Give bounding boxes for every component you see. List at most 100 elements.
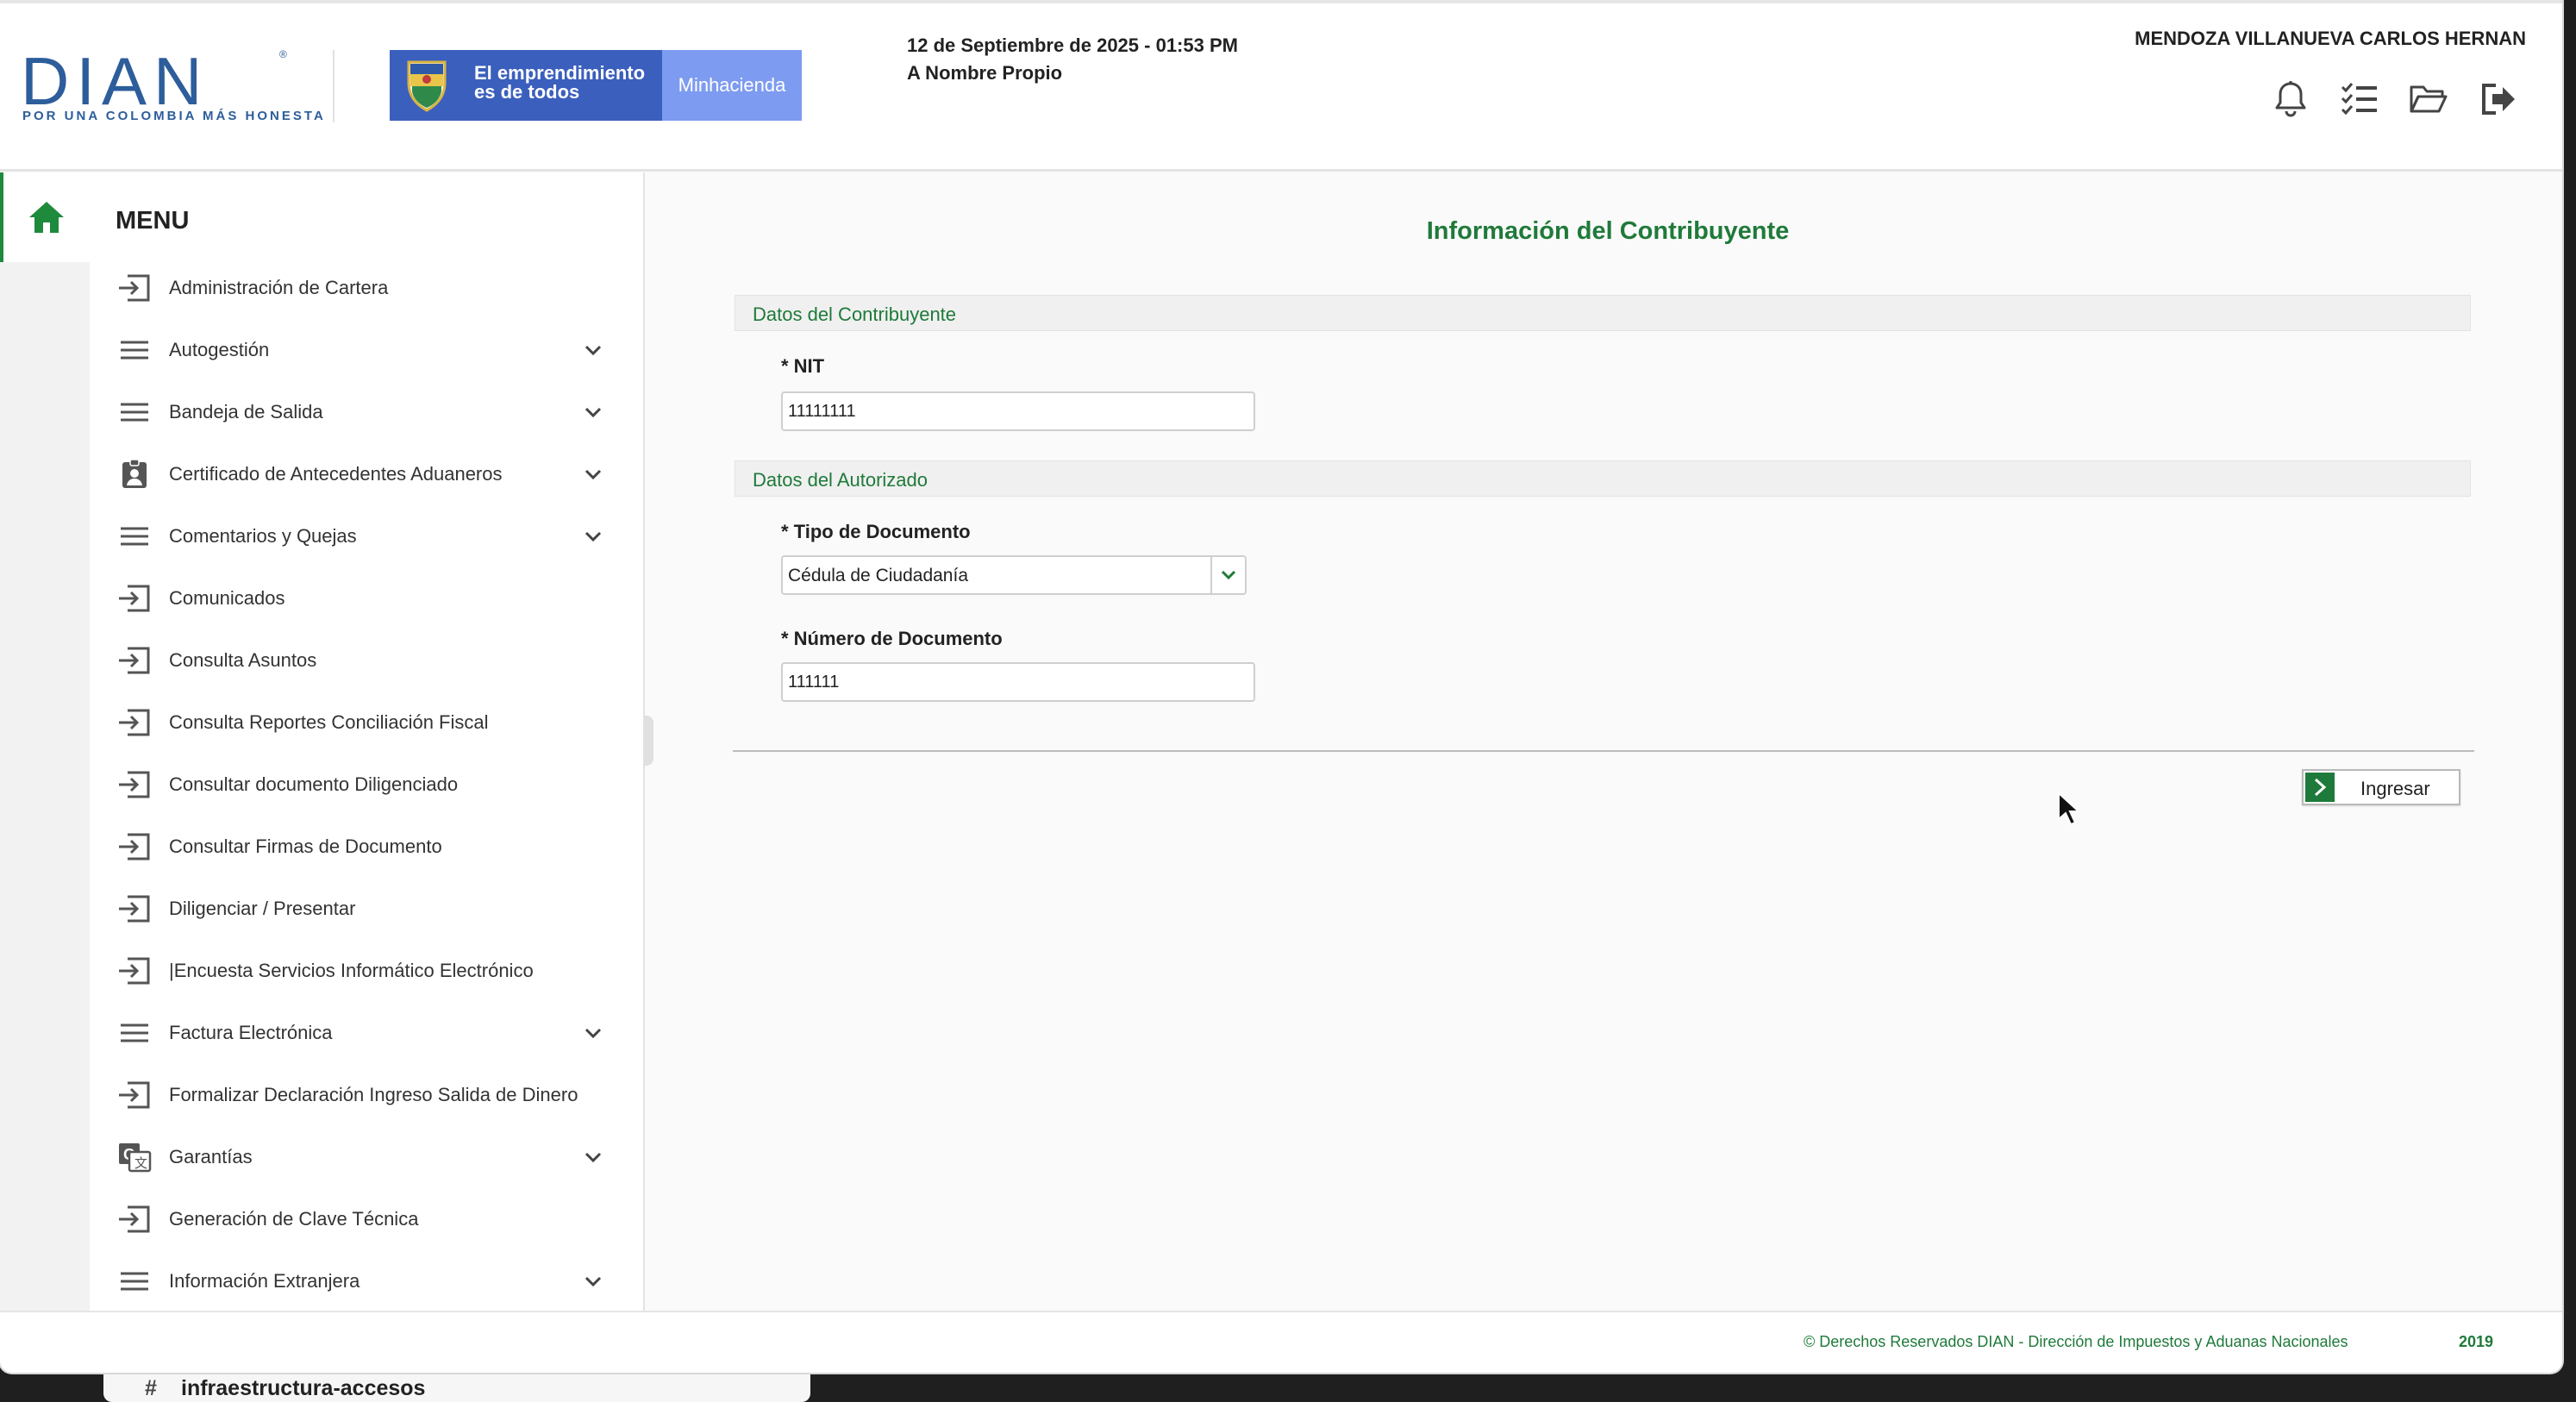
enter-icon xyxy=(117,271,152,305)
sidebar-item-factura-electronica[interactable]: Factura Electrónica xyxy=(116,1002,633,1064)
mouse-cursor-icon xyxy=(2058,792,2079,826)
sidebar-item-bandeja-de-salida[interactable]: Bandeja de Salida xyxy=(116,381,633,443)
sidebar-item-consultar-firmas-de-documento[interactable]: Consultar Firmas de Documento xyxy=(116,816,633,878)
enter-icon xyxy=(117,767,152,802)
ingresar-button-label: Ingresar xyxy=(2360,778,2430,799)
sidebar-item-formalizar-declaracion-ingreso-salida-de-dinero[interactable]: Formalizar Declaración Ingreso Salida de… xyxy=(116,1064,633,1126)
section-title: Datos del Contribuyente xyxy=(753,304,957,325)
registered-mark: ® xyxy=(279,48,287,60)
sidebar-item-label: Comentarios y Quejas xyxy=(169,525,357,547)
sidebar-item-label: Certificado de Antecedentes Aduaneros xyxy=(169,463,503,485)
chevron-right-icon xyxy=(2305,773,2335,802)
sidebar-item-label: Consulta Reportes Conciliación Fiscal xyxy=(169,711,489,733)
footer-year: 2019 xyxy=(2459,1333,2494,1350)
channel-hash: # xyxy=(145,1376,157,1400)
sidebar-item-label: Garantías xyxy=(169,1146,253,1167)
sidebar-item-label: Comunicados xyxy=(169,587,285,609)
gov-slogan-line1: El emprendimiento xyxy=(474,62,646,84)
browser-window: DIAN ® POR UNA COLOMBIA MÁS HONESTA El e… xyxy=(0,0,2562,1373)
gov-slogan: El emprendimiento es de todos xyxy=(474,64,647,102)
bell-icon[interactable] xyxy=(2269,78,2312,121)
sidebar-item-label: Diligenciar / Presentar xyxy=(169,898,356,919)
sidebar-item-label: Consultar Firmas de Documento xyxy=(169,836,442,857)
sidebar-item-informacion-extranjera[interactable]: Información Extranjera xyxy=(116,1250,633,1312)
tipo-documento-select[interactable]: Cédula de Ciudadanía xyxy=(781,555,1247,595)
sidebar-item-certificado-de-antecedentes-aduaneros[interactable]: Certificado de Antecedentes Aduaneros xyxy=(116,443,633,505)
sidebar-item-label: Autogestión xyxy=(169,339,270,360)
tipo-documento-label: * Tipo de Documento xyxy=(781,521,971,542)
ministry-label: Minhacienda xyxy=(662,50,802,121)
sidebar-item-label: Consultar documento Diligenciado xyxy=(169,773,459,795)
hamburger-icon xyxy=(117,1264,152,1299)
enter-icon xyxy=(117,892,152,926)
ingresar-button[interactable]: Ingresar xyxy=(2302,769,2460,805)
main-content: Información del Contribuyente Datos del … xyxy=(653,172,2562,1311)
chevron-down-icon[interactable] xyxy=(583,1271,603,1292)
svg-text:文: 文 xyxy=(134,1156,147,1171)
section-datos-contribuyente: Datos del Contribuyente xyxy=(735,295,2471,331)
sidebar-item-administracion-de-cartera[interactable]: Administración de Cartera xyxy=(116,257,633,319)
sidebar-item-garantias[interactable]: G文 Garantías xyxy=(116,1126,633,1188)
gov-banner: El emprendimiento es de todos Minhaciend… xyxy=(390,50,802,121)
sidebar-item-consulta-reportes-conciliacion-fiscal[interactable]: Consulta Reportes Conciliación Fiscal xyxy=(116,692,633,754)
enter-icon xyxy=(117,954,152,988)
colombia-coat-of-arms-icon xyxy=(407,60,447,112)
sidebar-menu: MENU Administración de Cartera Autogestió… xyxy=(90,172,645,1311)
background-app-peek: # infraestructura-accesos xyxy=(103,1374,810,1402)
sidebar-item-label: Consulta Asuntos xyxy=(169,649,317,671)
enter-icon xyxy=(117,1078,152,1112)
chevron-down-icon[interactable] xyxy=(583,464,603,485)
enter-icon xyxy=(117,829,152,864)
session-date: 12 de Septiembre de 2025 - 01:53 PM xyxy=(907,34,1238,56)
enter-icon xyxy=(117,705,152,740)
checklist-icon[interactable] xyxy=(2338,78,2381,121)
menu-list: Administración de Cartera Autogestión Band… xyxy=(116,257,633,1312)
chevron-down-icon[interactable] xyxy=(583,526,603,547)
nit-input[interactable] xyxy=(781,391,1255,431)
gov-slogan-line2: es de todos xyxy=(474,81,580,103)
enter-icon xyxy=(117,1202,152,1236)
numero-documento-label: * Número de Documento xyxy=(781,628,1003,649)
menu-title: MENU xyxy=(116,207,190,235)
folder-open-icon[interactable] xyxy=(2407,78,2450,121)
chevron-down-icon[interactable] xyxy=(583,1023,603,1043)
nit-label: * NIT xyxy=(781,355,825,377)
hamburger-icon xyxy=(117,519,152,554)
logout-icon[interactable] xyxy=(2476,78,2519,121)
sidebar-item-diligenciar-presentar[interactable]: Diligenciar / Presentar xyxy=(116,878,633,940)
form-divider xyxy=(733,750,2474,752)
home-tab[interactable] xyxy=(0,172,90,262)
user-name: MENDOZA VILLANUEVA CARLOS HERNAN xyxy=(2135,28,2526,49)
hamburger-icon xyxy=(117,1016,152,1050)
id-badge-icon xyxy=(117,457,152,491)
numero-documento-input[interactable] xyxy=(781,662,1255,702)
sidebar-item-autogestion[interactable]: Autogestión xyxy=(116,319,633,381)
sidebar-item-generacion-de-clave-tecnica[interactable]: Generación de Clave Técnica xyxy=(116,1188,633,1250)
footer-copyright: © Derechos Reservados DIAN - Dirección d… xyxy=(1804,1333,2348,1350)
channel-name[interactable]: infraestructura-accesos xyxy=(181,1376,425,1401)
page-title: Información del Contribuyente xyxy=(1426,217,1790,245)
logo-separator xyxy=(333,50,335,122)
chevron-down-icon[interactable] xyxy=(583,1147,603,1167)
enter-icon xyxy=(117,643,152,678)
header-divider xyxy=(0,169,2562,172)
chevron-down-icon[interactable] xyxy=(1210,557,1245,593)
sidebar-item-comentarios-y-quejas[interactable]: Comentarios y Quejas xyxy=(116,505,633,567)
chevron-down-icon[interactable] xyxy=(583,402,603,422)
sidebar-item-label: Administración de Cartera xyxy=(169,277,389,298)
dian-logo[interactable]: DIAN ® POR UNA COLOMBIA MÁS HONESTA xyxy=(21,43,323,126)
section-datos-autorizado: Datos del Autorizado xyxy=(735,460,2471,497)
sidebar-item-comunicados[interactable]: Comunicados xyxy=(116,567,633,629)
chevron-down-icon[interactable] xyxy=(583,340,603,360)
sidebar-item-label: Información Extranjera xyxy=(169,1270,360,1292)
translate-icon: G文 xyxy=(117,1140,152,1174)
sidebar-item-encuesta-servicios-informatico-electronico[interactable]: |Encuesta Servicios Informático Electrón… xyxy=(116,940,633,1002)
sidebar-item-label: Formalizar Declaración Ingreso Salida de… xyxy=(169,1084,578,1105)
sidebar-item-label: Factura Electrónica xyxy=(169,1022,333,1043)
section-title: Datos del Autorizado xyxy=(753,469,928,491)
sidebar-item-consultar-documento-diligenciado[interactable]: Consultar documento Diligenciado xyxy=(116,754,633,816)
sidebar-collapse-handle[interactable] xyxy=(643,716,653,766)
sidebar-tab-strip xyxy=(0,262,90,1311)
dian-logo-text: DIAN xyxy=(21,43,209,119)
sidebar-item-consulta-asuntos[interactable]: Consulta Asuntos xyxy=(116,629,633,692)
